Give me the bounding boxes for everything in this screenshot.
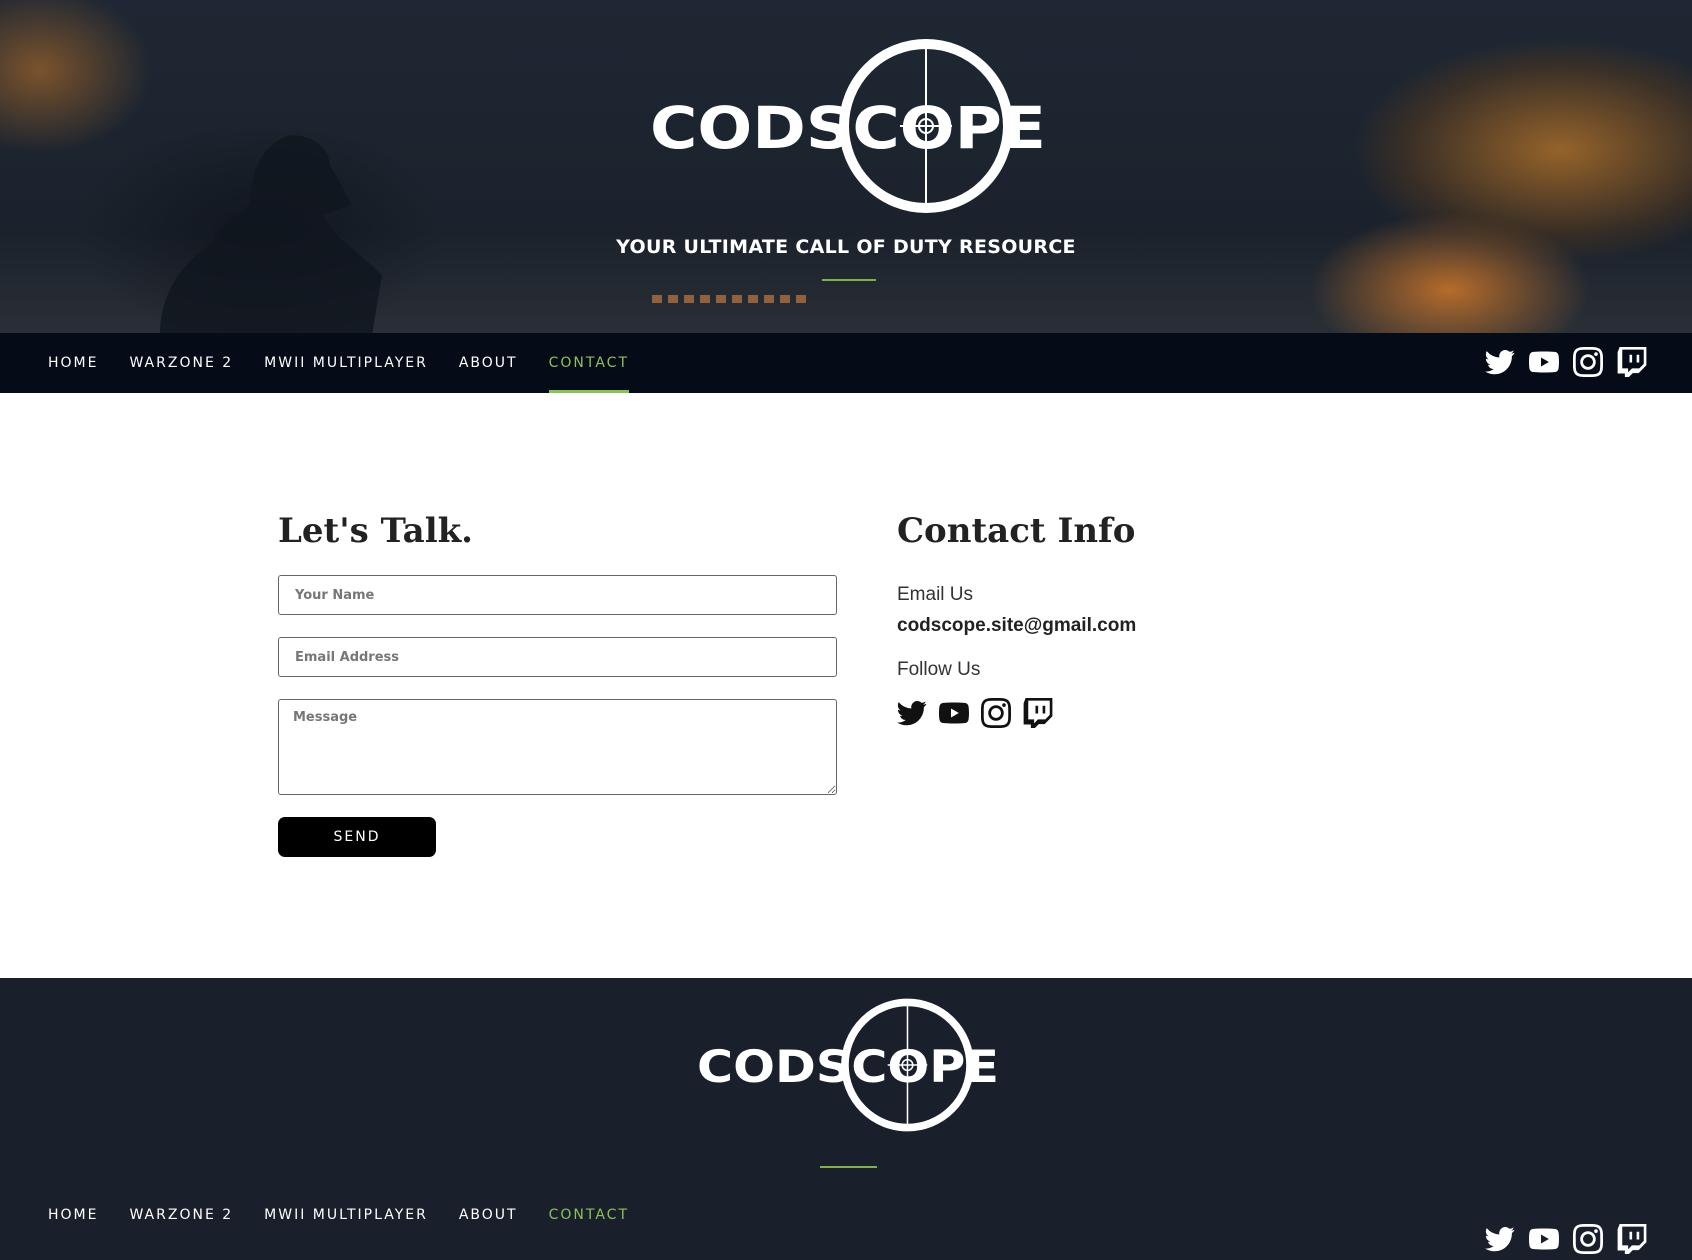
site-logo[interactable] xyxy=(650,36,1046,216)
instagram-icon[interactable] xyxy=(1573,1224,1603,1254)
hero-banner: YOUR ULTIMATE CALL OF DUTY RESOURCE xyxy=(0,0,1692,333)
footer-nav-item-contact[interactable]: CONTACT xyxy=(549,1200,629,1230)
footer-nav-item-about[interactable]: ABOUT xyxy=(459,1200,518,1230)
nav-item-home[interactable]: HOME xyxy=(48,333,98,393)
contact-info-title: Contact Info xyxy=(897,511,1136,551)
codscope-logo-icon xyxy=(697,996,999,1134)
youtube-icon[interactable] xyxy=(939,698,969,728)
footer-nav-item-mwii-multiplayer[interactable]: MWII MULTIPLAYER xyxy=(264,1200,428,1230)
twitter-icon[interactable] xyxy=(1485,347,1515,377)
send-button[interactable]: SEND xyxy=(278,817,436,857)
email-us-label: Email Us xyxy=(897,584,974,605)
twitter-icon[interactable] xyxy=(1485,1224,1515,1254)
message-textarea[interactable] xyxy=(278,699,837,795)
contact-email-link[interactable]: codscope.site@gmail.com xyxy=(897,615,1136,637)
nav-item-mwii-multiplayer[interactable]: MWII MULTIPLAYER xyxy=(264,333,428,393)
footer-nav-item-warzone-2[interactable]: WARZONE 2 xyxy=(129,1200,233,1230)
hero-sparks-decoration xyxy=(652,295,812,303)
email-input[interactable] xyxy=(278,637,837,677)
footer-social-links xyxy=(1485,1224,1647,1254)
footer-logo[interactable] xyxy=(697,996,999,1134)
tagline-divider xyxy=(822,279,876,281)
contact-social-links xyxy=(897,698,1053,728)
twitch-icon[interactable] xyxy=(1617,1224,1647,1254)
soldier-silhouette-image xyxy=(160,135,382,333)
follow-us-label: Follow Us xyxy=(897,659,981,680)
instagram-icon[interactable] xyxy=(981,698,1011,728)
twitch-icon[interactable] xyxy=(1023,698,1053,728)
youtube-icon[interactable] xyxy=(1529,1224,1559,1254)
twitter-icon[interactable] xyxy=(897,698,927,728)
site-footer: HOME WARZONE 2 MWII MULTIPLAYER ABOUT CO… xyxy=(0,978,1692,1260)
twitch-icon[interactable] xyxy=(1617,347,1647,377)
footer-divider xyxy=(820,1166,877,1168)
footer-nav-links: HOME WARZONE 2 MWII MULTIPLAYER ABOUT CO… xyxy=(48,1200,629,1230)
nav-links: HOME WARZONE 2 MWII MULTIPLAYER ABOUT CO… xyxy=(48,333,630,393)
main-navigation: HOME WARZONE 2 MWII MULTIPLAYER ABOUT CO… xyxy=(0,333,1692,393)
footer-nav-item-home[interactable]: HOME xyxy=(48,1200,98,1230)
nav-item-contact[interactable]: CONTACT xyxy=(548,333,630,393)
site-tagline: YOUR ULTIMATE CALL OF DUTY RESOURCE xyxy=(616,236,1076,258)
nav-item-warzone-2[interactable]: WARZONE 2 xyxy=(129,333,233,393)
instagram-icon[interactable] xyxy=(1573,347,1603,377)
youtube-icon[interactable] xyxy=(1529,347,1559,377)
nav-item-about[interactable]: ABOUT xyxy=(459,333,518,393)
codscope-logo-icon xyxy=(650,36,1046,216)
nav-social-links xyxy=(1485,347,1647,377)
name-input[interactable] xyxy=(278,575,837,615)
contact-form-title: Let's Talk. xyxy=(278,511,474,551)
contact-section: Let's Talk. SEND Contact Info Email Us c… xyxy=(0,393,1692,978)
